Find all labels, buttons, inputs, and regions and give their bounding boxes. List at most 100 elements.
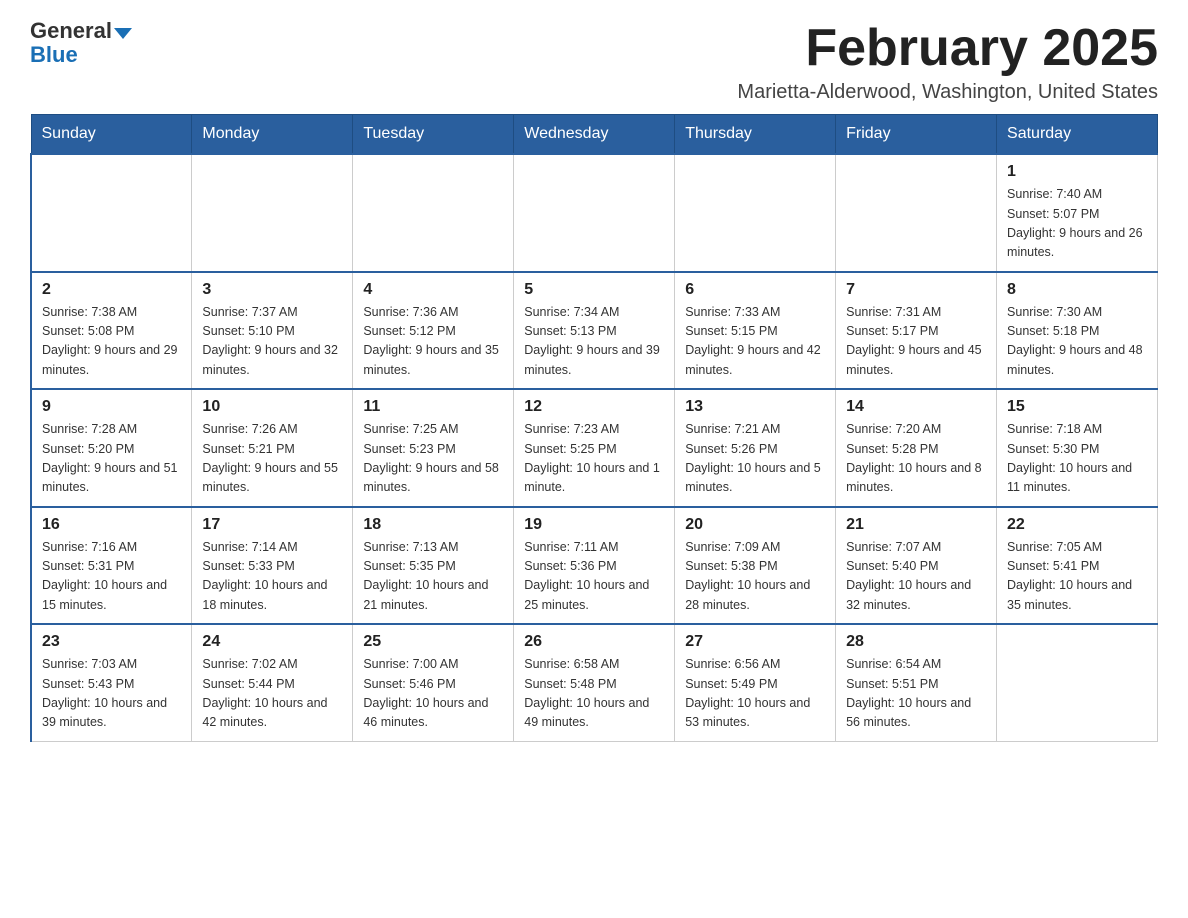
day-number: 6 [685, 281, 825, 299]
day-info: Sunrise: 7:09 AMSunset: 5:38 PMDaylight:… [685, 538, 825, 616]
day-number: 1 [1007, 163, 1147, 181]
day-number: 22 [1007, 516, 1147, 534]
day-info: Sunrise: 6:58 AMSunset: 5:48 PMDaylight:… [524, 655, 664, 733]
day-info: Sunrise: 6:56 AMSunset: 5:49 PMDaylight:… [685, 655, 825, 733]
calendar-cell: 9 Sunrise: 7:28 AMSunset: 5:20 PMDaylight… [31, 389, 192, 507]
day-number: 2 [42, 281, 181, 299]
day-number: 4 [363, 281, 503, 299]
header-thursday: Thursday [675, 115, 836, 155]
day-info: Sunrise: 7:20 AMSunset: 5:28 PMDaylight:… [846, 420, 986, 498]
calendar-week-4: 16 Sunrise: 7:16 AMSunset: 5:31 PMDayligh… [31, 507, 1158, 625]
calendar-cell: 24 Sunrise: 7:02 AMSunset: 5:44 PMDayligh… [192, 624, 353, 741]
day-info: Sunrise: 7:16 AMSunset: 5:31 PMDaylight:… [42, 538, 181, 616]
day-info: Sunrise: 7:38 AMSunset: 5:08 PMDaylight:… [42, 303, 181, 381]
calendar-cell: 5Sunrise: 7:34 AMSunset: 5:13 PMDaylight… [514, 272, 675, 390]
day-info: Sunrise: 7:23 AMSunset: 5:25 PMDaylight:… [524, 420, 664, 498]
calendar-cell: 16 Sunrise: 7:16 AMSunset: 5:31 PMDayligh… [31, 507, 192, 625]
calendar-cell: 27 Sunrise: 6:56 AMSunset: 5:49 PMDayligh… [675, 624, 836, 741]
day-info: Sunrise: 7:33 AMSunset: 5:15 PMDaylight:… [685, 303, 825, 381]
calendar-cell [353, 154, 514, 272]
day-number: 9 [42, 398, 181, 416]
day-number: 11 [363, 398, 503, 416]
logo-name-blue: Blue [30, 42, 78, 67]
day-number: 20 [685, 516, 825, 534]
calendar-week-1: 1 Sunrise: 7:40 AMSunset: 5:07 PMDaylight… [31, 154, 1158, 272]
location-subtitle: Marietta-Alderwood, Washington, United S… [737, 81, 1158, 104]
calendar-cell: 2 Sunrise: 7:38 AMSunset: 5:08 PMDaylight… [31, 272, 192, 390]
day-number: 8 [1007, 281, 1147, 299]
calendar-header: Sunday Monday Tuesday Wednesday Thursday… [31, 115, 1158, 155]
calendar-cell [31, 154, 192, 272]
calendar-cell: 19 Sunrise: 7:11 AMSunset: 5:36 PMDayligh… [514, 507, 675, 625]
day-info: Sunrise: 7:37 AMSunset: 5:10 PMDaylight:… [202, 303, 342, 381]
day-number: 7 [846, 281, 986, 299]
day-info: Sunrise: 7:02 AMSunset: 5:44 PMDaylight:… [202, 655, 342, 733]
calendar-cell: 10 Sunrise: 7:26 AMSunset: 5:21 PMDayligh… [192, 389, 353, 507]
day-number: 15 [1007, 398, 1147, 416]
day-info: Sunrise: 7:40 AMSunset: 5:07 PMDaylight:… [1007, 185, 1147, 263]
day-number: 13 [685, 398, 825, 416]
day-info: Sunrise: 7:14 AMSunset: 5:33 PMDaylight:… [202, 538, 342, 616]
day-info: Sunrise: 7:25 AMSunset: 5:23 PMDaylight:… [363, 420, 503, 498]
day-number: 16 [42, 516, 181, 534]
day-number: 24 [202, 633, 342, 651]
calendar-cell: 23 Sunrise: 7:03 AMSunset: 5:43 PMDayligh… [31, 624, 192, 741]
calendar-cell [514, 154, 675, 272]
header-friday: Friday [836, 115, 997, 155]
calendar-cell: 25Sunrise: 7:00 AMSunset: 5:46 PMDayligh… [353, 624, 514, 741]
calendar-cell: 11 Sunrise: 7:25 AMSunset: 5:23 PMDayligh… [353, 389, 514, 507]
calendar-cell: 4 Sunrise: 7:36 AMSunset: 5:12 PMDaylight… [353, 272, 514, 390]
day-info: Sunrise: 7:28 AMSunset: 5:20 PMDaylight:… [42, 420, 181, 498]
calendar-cell: 17 Sunrise: 7:14 AMSunset: 5:33 PMDayligh… [192, 507, 353, 625]
day-number: 27 [685, 633, 825, 651]
calendar-cell: 1 Sunrise: 7:40 AMSunset: 5:07 PMDaylight… [997, 154, 1158, 272]
title-section: February 2025 Marietta-Alderwood, Washin… [737, 20, 1158, 104]
day-info: Sunrise: 7:03 AMSunset: 5:43 PMDaylight:… [42, 655, 181, 733]
calendar-body: 1 Sunrise: 7:40 AMSunset: 5:07 PMDaylight… [31, 154, 1158, 741]
day-info: Sunrise: 7:18 AMSunset: 5:30 PMDaylight:… [1007, 420, 1147, 498]
logo: General Blue [30, 20, 132, 68]
calendar-week-5: 23 Sunrise: 7:03 AMSunset: 5:43 PMDayligh… [31, 624, 1158, 741]
calendar-week-2: 2 Sunrise: 7:38 AMSunset: 5:08 PMDaylight… [31, 272, 1158, 390]
day-number: 5 [524, 281, 664, 299]
day-number: 14 [846, 398, 986, 416]
day-number: 19 [524, 516, 664, 534]
day-info: Sunrise: 7:31 AMSunset: 5:17 PMDaylight:… [846, 303, 986, 381]
calendar-cell: 20 Sunrise: 7:09 AMSunset: 5:38 PMDayligh… [675, 507, 836, 625]
header-saturday: Saturday [997, 115, 1158, 155]
day-number: 10 [202, 398, 342, 416]
calendar-cell: 18 Sunrise: 7:13 AMSunset: 5:35 PMDayligh… [353, 507, 514, 625]
calendar-cell: 6 Sunrise: 7:33 AMSunset: 5:15 PMDaylight… [675, 272, 836, 390]
day-info: Sunrise: 7:30 AMSunset: 5:18 PMDaylight:… [1007, 303, 1147, 381]
day-info: Sunrise: 7:07 AMSunset: 5:40 PMDaylight:… [846, 538, 986, 616]
day-info: Sunrise: 7:11 AMSunset: 5:36 PMDaylight:… [524, 538, 664, 616]
calendar-cell: 15 Sunrise: 7:18 AMSunset: 5:30 PMDayligh… [997, 389, 1158, 507]
day-info: Sunrise: 7:36 AMSunset: 5:12 PMDaylight:… [363, 303, 503, 381]
day-number: 21 [846, 516, 986, 534]
day-number: 12 [524, 398, 664, 416]
day-info: Sunrise: 7:21 AMSunset: 5:26 PMDaylight:… [685, 420, 825, 498]
header-tuesday: Tuesday [353, 115, 514, 155]
logo-arrow-icon [114, 28, 132, 39]
day-number: 23 [42, 633, 181, 651]
calendar-cell: 8 Sunrise: 7:30 AMSunset: 5:18 PMDaylight… [997, 272, 1158, 390]
page-header: General Blue February 2025 Marietta-Alde… [30, 20, 1158, 104]
header-sunday: Sunday [31, 115, 192, 155]
calendar-cell: 12 Sunrise: 7:23 AMSunset: 5:25 PMDayligh… [514, 389, 675, 507]
month-year-title: February 2025 [737, 20, 1158, 77]
calendar-cell [997, 624, 1158, 741]
calendar-cell: 13 Sunrise: 7:21 AMSunset: 5:26 PMDayligh… [675, 389, 836, 507]
calendar-cell: 28Sunrise: 6:54 AMSunset: 5:51 PMDayligh… [836, 624, 997, 741]
calendar-cell: 14 Sunrise: 7:20 AMSunset: 5:28 PMDayligh… [836, 389, 997, 507]
day-number: 17 [202, 516, 342, 534]
calendar-cell: 22 Sunrise: 7:05 AMSunset: 5:41 PMDayligh… [997, 507, 1158, 625]
day-number: 18 [363, 516, 503, 534]
calendar-cell: 26 Sunrise: 6:58 AMSunset: 5:48 PMDayligh… [514, 624, 675, 741]
header-wednesday: Wednesday [514, 115, 675, 155]
day-number: 28 [846, 633, 986, 651]
day-info: Sunrise: 7:05 AMSunset: 5:41 PMDaylight:… [1007, 538, 1147, 616]
day-number: 3 [202, 281, 342, 299]
day-info: Sunrise: 7:26 AMSunset: 5:21 PMDaylight:… [202, 420, 342, 498]
day-info: Sunrise: 7:13 AMSunset: 5:35 PMDaylight:… [363, 538, 503, 616]
day-number: 26 [524, 633, 664, 651]
